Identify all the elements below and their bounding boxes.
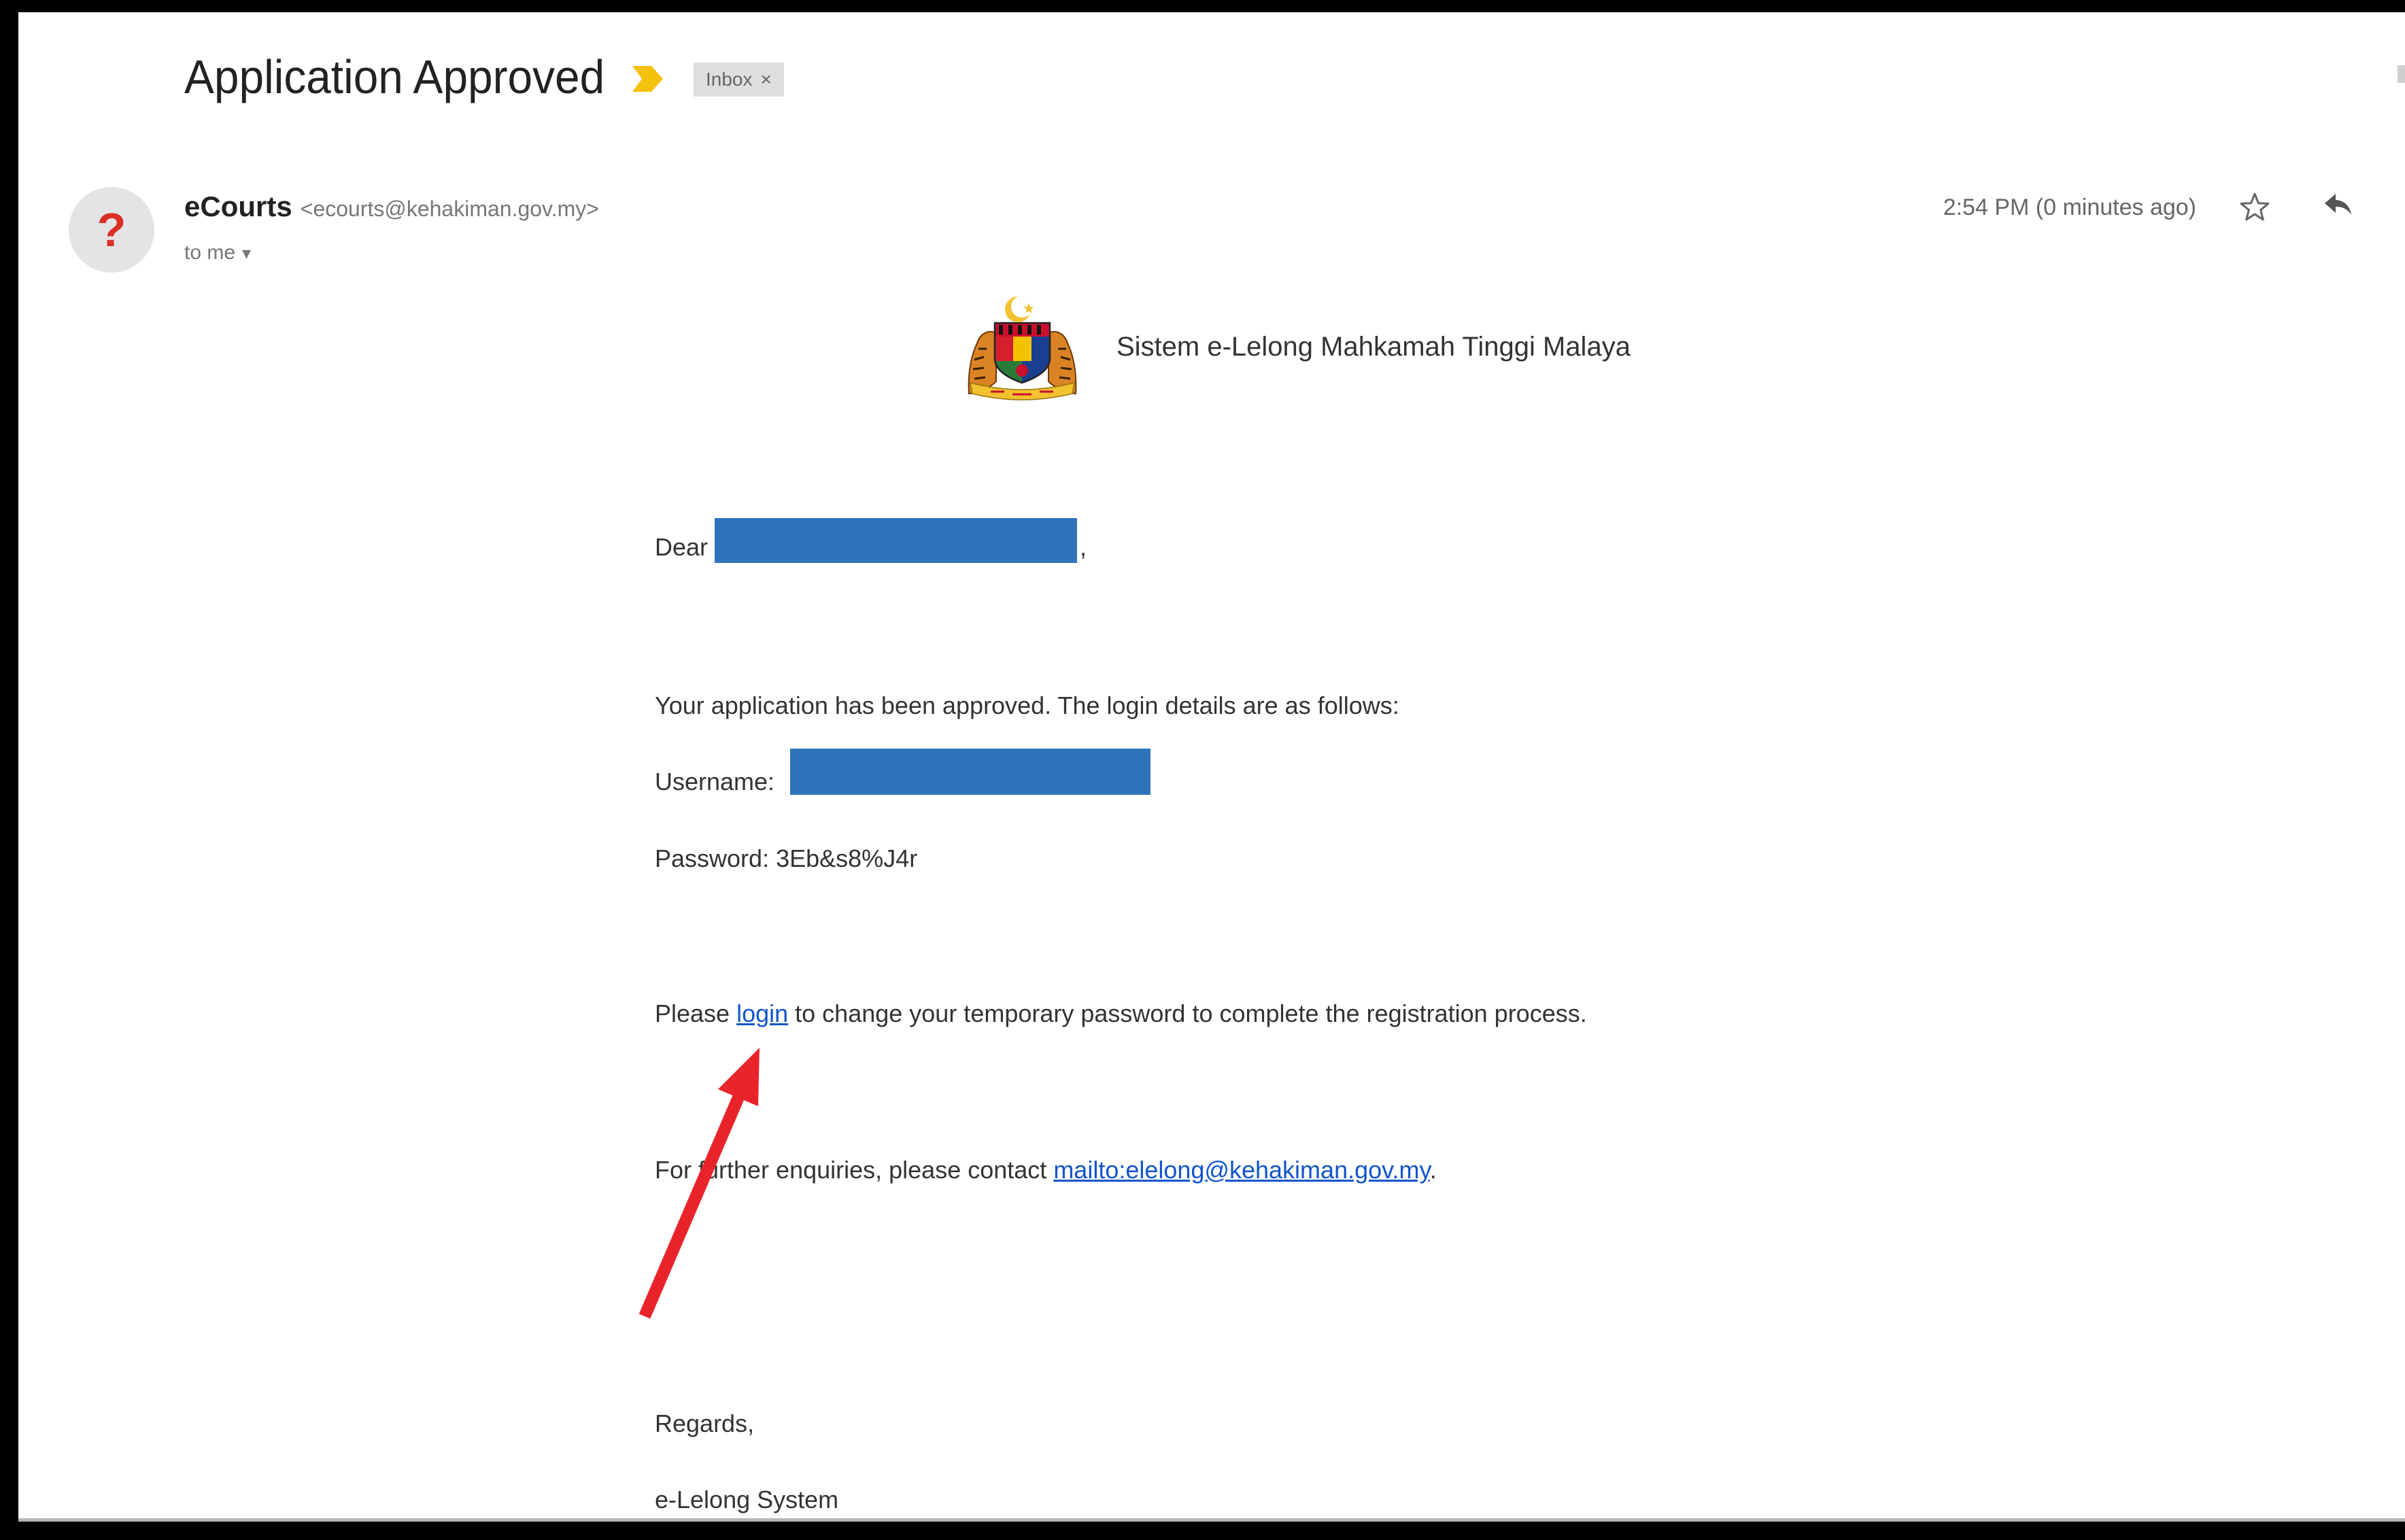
label-name: Inbox [706, 69, 753, 90]
star-icon[interactable] [2238, 190, 2272, 224]
email-subject: Application Approved [184, 50, 605, 103]
redacted-username [790, 749, 1150, 795]
contact-prefix: For further enquiries, please contact [655, 1156, 1054, 1184]
login-suffix: to change your temporary password to com… [788, 999, 1587, 1027]
signature: e-Lelong System [655, 1486, 839, 1513]
intro-text: Your application has been approved. The … [655, 691, 1399, 719]
password-line: Password: 3Eb&s8%J4r [655, 842, 917, 876]
shield [995, 323, 1050, 383]
importance-marker-icon[interactable] [632, 66, 663, 92]
login-link[interactable]: login [736, 999, 788, 1027]
reply-icon[interactable] [2322, 188, 2353, 220]
chevron-down-icon[interactable]: ▾ [242, 243, 251, 263]
contact-suffix: . [1429, 1156, 1437, 1184]
message-time: 2:54 PM (0 minutes ago) [1943, 194, 2196, 220]
sender-address: <ecourts@kehakiman.gov.my> [300, 196, 599, 221]
greeting-suffix: , [1080, 533, 1087, 561]
contact-line: For further enquiries, please contact ma… [655, 1153, 1437, 1187]
close-icon[interactable]: × [761, 63, 772, 97]
login-instruction: Please login to change your temporary pa… [655, 997, 1587, 1031]
sender-name[interactable]: eCourts [184, 190, 292, 223]
contact-email-link[interactable]: mailto:elelong@kehakiman.gov.my [1053, 1156, 1429, 1184]
greeting-prefix: Dear [655, 533, 709, 561]
crescent-and-star [1005, 296, 1034, 322]
avatar: ? [69, 187, 154, 273]
password-value: 3Eb&s8%J4r [776, 844, 918, 872]
username-label: Username: [655, 768, 775, 795]
inbox-label-chip: Inbox × [694, 63, 784, 97]
system-title: Sistem e-Lelong Mahkamah Tinggi Malaya [1116, 332, 1631, 362]
password-label: Password: [655, 844, 770, 872]
redacted-recipient-name [715, 518, 1077, 563]
closing: Regards, [655, 1409, 755, 1437]
coat-of-arms-logo [968, 296, 1077, 400]
email-panel [18, 12, 2405, 1522]
recipient-label: to me [184, 241, 236, 264]
recipient-details-toggle[interactable]: to me ▾ [184, 238, 251, 268]
login-prefix: Please [655, 999, 737, 1027]
partial-toolbar-icon[interactable] [2398, 65, 2405, 83]
sender-row: eCourts <ecourts@kehakiman.gov.my> [184, 190, 599, 224]
